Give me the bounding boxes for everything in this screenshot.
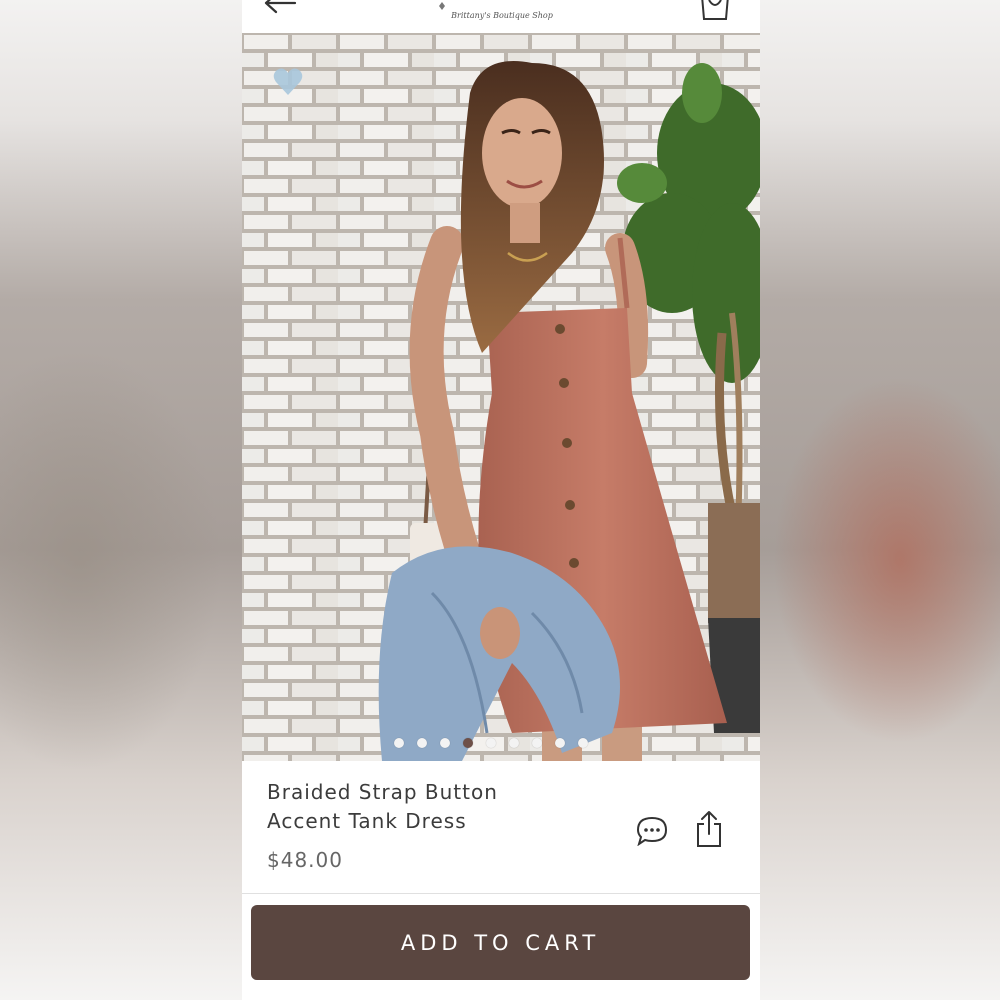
product-title: Braided Strap Button Accent Tank Dress xyxy=(267,778,567,836)
logo-text: Brittany's Boutique Shop xyxy=(451,11,553,20)
carousel-dot-active[interactable] xyxy=(463,738,473,748)
product-title-line: Accent Tank Dress xyxy=(267,809,467,833)
favorite-heart-icon[interactable] xyxy=(272,67,304,97)
shop-logo[interactable]: Brittany's Boutique Shop xyxy=(432,2,572,28)
carousel-dot[interactable] xyxy=(394,738,404,748)
carousel-indicators xyxy=(242,738,760,750)
carousel-dot[interactable] xyxy=(532,738,542,748)
chat-bubble-icon[interactable] xyxy=(636,816,668,846)
shopping-bag-icon[interactable] xyxy=(697,0,733,20)
divider xyxy=(242,893,760,894)
back-arrow-icon[interactable] xyxy=(262,0,298,16)
carousel-dot[interactable] xyxy=(440,738,450,748)
add-to-cart-button[interactable]: ADD TO CART xyxy=(251,905,750,980)
share-icon[interactable] xyxy=(695,810,723,848)
carousel-dot[interactable] xyxy=(509,738,519,748)
logo-mark-icon xyxy=(439,2,445,10)
product-title-line: Braided Strap Button xyxy=(267,780,498,804)
carousel-dot[interactable] xyxy=(578,738,588,748)
top-bar: Brittany's Boutique Shop xyxy=(242,0,760,33)
product-photo xyxy=(242,33,760,761)
product-price: $48.00 xyxy=(267,848,343,872)
carousel-dot[interactable] xyxy=(486,738,496,748)
carousel-dot[interactable] xyxy=(555,738,565,748)
product-image-carousel[interactable] xyxy=(242,33,760,761)
product-page: Brittany's Boutique Shop Braided Strap B… xyxy=(242,0,760,1000)
carousel-dot[interactable] xyxy=(417,738,427,748)
